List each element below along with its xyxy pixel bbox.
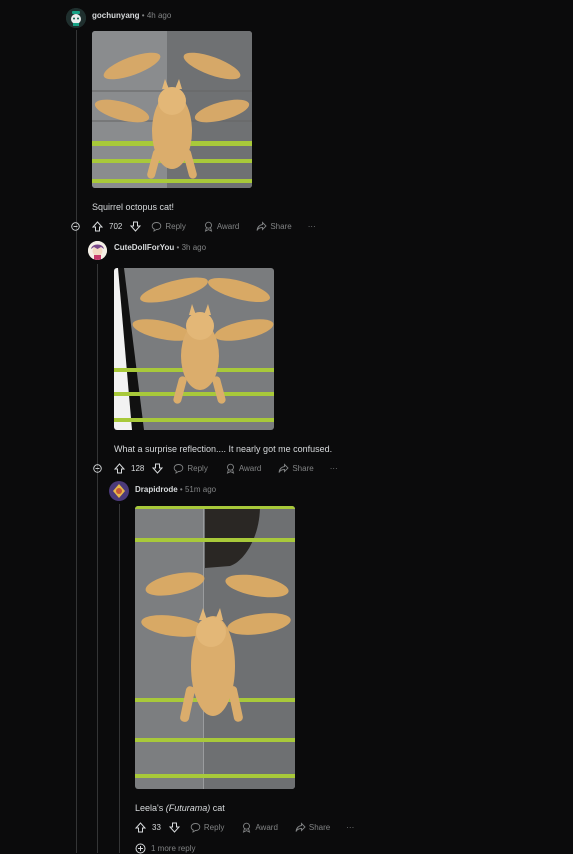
vote-group: 702 <box>92 220 142 232</box>
share-label: Share <box>270 221 292 231</box>
thread-line-level-2[interactable] <box>97 264 98 853</box>
downvote-icon[interactable] <box>168 822 180 833</box>
username[interactable]: gochunyang <box>92 11 140 20</box>
award-ribbon-icon <box>204 221 213 232</box>
more-replies-link[interactable]: 1 more reply <box>135 843 195 854</box>
comment-body: Squirrel octopus cat! <box>92 202 175 212</box>
award-button[interactable]: Award <box>203 221 240 232</box>
comment-actions: 128 Reply Award Share ··· <box>114 461 338 475</box>
comment-body-prefix: Leela's <box>135 803 166 813</box>
timestamp[interactable]: 51m ago <box>185 485 216 494</box>
more-options-button[interactable]: ··· <box>330 464 338 473</box>
minus-circle-icon[interactable] <box>93 464 102 473</box>
comment-meta: gochunyang • 4h ago <box>92 11 171 21</box>
comment-actions: 702 Reply Award Share ··· <box>92 219 316 233</box>
timestamp[interactable]: 3h ago <box>182 243 206 252</box>
share-arrow-icon <box>295 821 306 832</box>
downvote-icon[interactable] <box>152 463 164 474</box>
speech-bubble-icon <box>190 822 201 833</box>
award-label: Award <box>238 463 262 473</box>
share-label: Share <box>308 822 331 832</box>
comment-body-suffix: cat <box>210 803 225 813</box>
avatar[interactable] <box>66 8 86 28</box>
thread-line-level-3[interactable] <box>119 504 120 853</box>
comment-image[interactable] <box>135 506 295 789</box>
reply-label: Reply <box>187 463 208 473</box>
reply-button[interactable]: Reply <box>190 822 224 833</box>
plus-circle-icon <box>135 843 146 854</box>
reply-label: Reply <box>165 221 186 231</box>
cat-photo-image <box>114 268 274 430</box>
speech-bubble-icon <box>152 221 162 232</box>
comment-body-italic: (Futurama) <box>165 803 211 813</box>
username[interactable]: Drapidrode <box>135 485 178 494</box>
more-options-button[interactable]: ··· <box>346 823 354 832</box>
comment-body: What a surprise reflection.... It nearly… <box>114 444 333 454</box>
award-button[interactable]: Award <box>225 463 262 474</box>
share-button[interactable]: Share <box>256 220 292 232</box>
minus-circle-icon[interactable] <box>71 222 80 231</box>
downvote-icon[interactable] <box>130 221 142 232</box>
thread-line-root[interactable] <box>76 30 77 853</box>
comment-body: Leela's (Futurama) cat <box>135 802 225 814</box>
reply-button[interactable]: Reply <box>151 221 186 232</box>
comment-image[interactable] <box>114 268 274 430</box>
share-button[interactable]: Share <box>278 462 314 474</box>
avatar[interactable] <box>109 481 129 501</box>
upvote-icon[interactable] <box>114 462 125 474</box>
more-options-button[interactable]: ··· <box>308 222 316 231</box>
award-label: Award <box>216 221 240 231</box>
comment-image[interactable] <box>92 31 252 188</box>
meta-separator: • <box>141 11 145 20</box>
comment-meta: CuteDollForYou • 3h ago <box>114 243 206 253</box>
timestamp[interactable]: 4h ago <box>147 11 171 20</box>
speech-bubble-icon <box>174 463 184 474</box>
more-replies-label: 1 more reply <box>151 844 196 853</box>
vote-group: 128 <box>114 462 164 474</box>
avatar[interactable] <box>88 241 107 260</box>
upvote-icon[interactable] <box>135 821 146 833</box>
vote-score: 128 <box>131 463 145 473</box>
award-ribbon-icon <box>243 822 251 833</box>
award-label: Award <box>255 822 278 832</box>
comment-meta: Drapidrode • 51m ago <box>135 485 216 495</box>
award-button[interactable]: Award <box>241 822 278 833</box>
username[interactable]: CuteDollForYou <box>114 243 174 252</box>
vote-score: 702 <box>109 221 123 231</box>
upvote-icon[interactable] <box>92 220 103 232</box>
cat-photo-image <box>135 506 295 789</box>
meta-separator: • <box>179 485 183 494</box>
award-ribbon-icon <box>226 463 235 474</box>
share-label: Share <box>292 463 314 473</box>
share-arrow-icon <box>256 220 267 231</box>
vote-score: 33 <box>152 822 161 832</box>
reply-label: Reply <box>203 822 225 832</box>
share-button[interactable]: Share <box>295 821 331 833</box>
cat-photo-image <box>92 31 252 188</box>
meta-separator: • <box>176 243 180 252</box>
comment-actions: 33 Reply Award Share ··· <box>135 820 354 834</box>
share-arrow-icon <box>278 462 289 473</box>
reply-button[interactable]: Reply <box>173 463 208 474</box>
vote-group: 33 <box>135 821 180 833</box>
